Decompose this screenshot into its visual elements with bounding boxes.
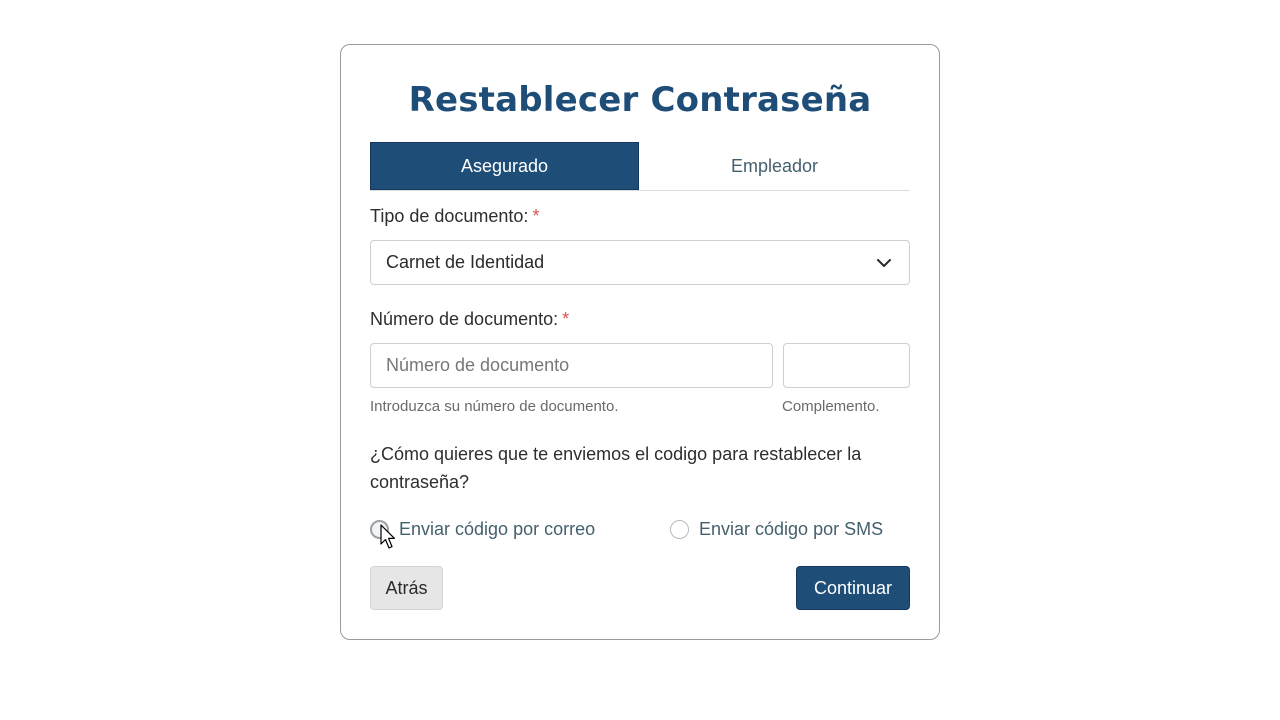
document-type-label-text: Tipo de documento: [370, 206, 529, 226]
chevron-down-icon [877, 259, 891, 267]
document-number-input[interactable] [370, 343, 773, 388]
option-sms-label: Enviar código por SMS [699, 519, 884, 539]
document-type-select[interactable]: Carnet de Identidad [370, 240, 910, 285]
document-number-label-text: Número de documento: [370, 309, 559, 329]
document-type-selected-value: Carnet de Identidad [386, 252, 545, 272]
continue-button[interactable]: Continuar [796, 566, 910, 610]
radio-sms[interactable] [670, 520, 689, 539]
reset-password-card [340, 44, 940, 640]
document-type-label: Tipo de documento: * [370, 206, 539, 227]
document-number-help: Introduzca su número de documento. [370, 398, 619, 415]
required-mark: * [532, 206, 540, 226]
complement-input[interactable] [783, 343, 910, 388]
complement-help: Complemento. [782, 398, 880, 415]
tab-asegurado[interactable]: Asegurado [370, 142, 639, 190]
document-number-label: Número de documento: * [370, 309, 569, 330]
option-email[interactable]: Enviar código por correo [370, 519, 595, 540]
tab-empleador[interactable]: Empleador [639, 142, 910, 190]
radio-email[interactable] [370, 520, 389, 539]
delivery-method-question: ¿Cómo quieres que te enviemos el codigo … [370, 444, 862, 492]
option-sms[interactable]: Enviar código por SMS [670, 519, 883, 540]
user-type-tabs: Asegurado Empleador [370, 142, 910, 191]
required-mark: * [562, 309, 570, 329]
page-title: Restablecer Contraseña [408, 80, 872, 120]
option-email-label: Enviar código por correo [399, 519, 596, 539]
back-button[interactable]: Atrás [370, 566, 443, 610]
